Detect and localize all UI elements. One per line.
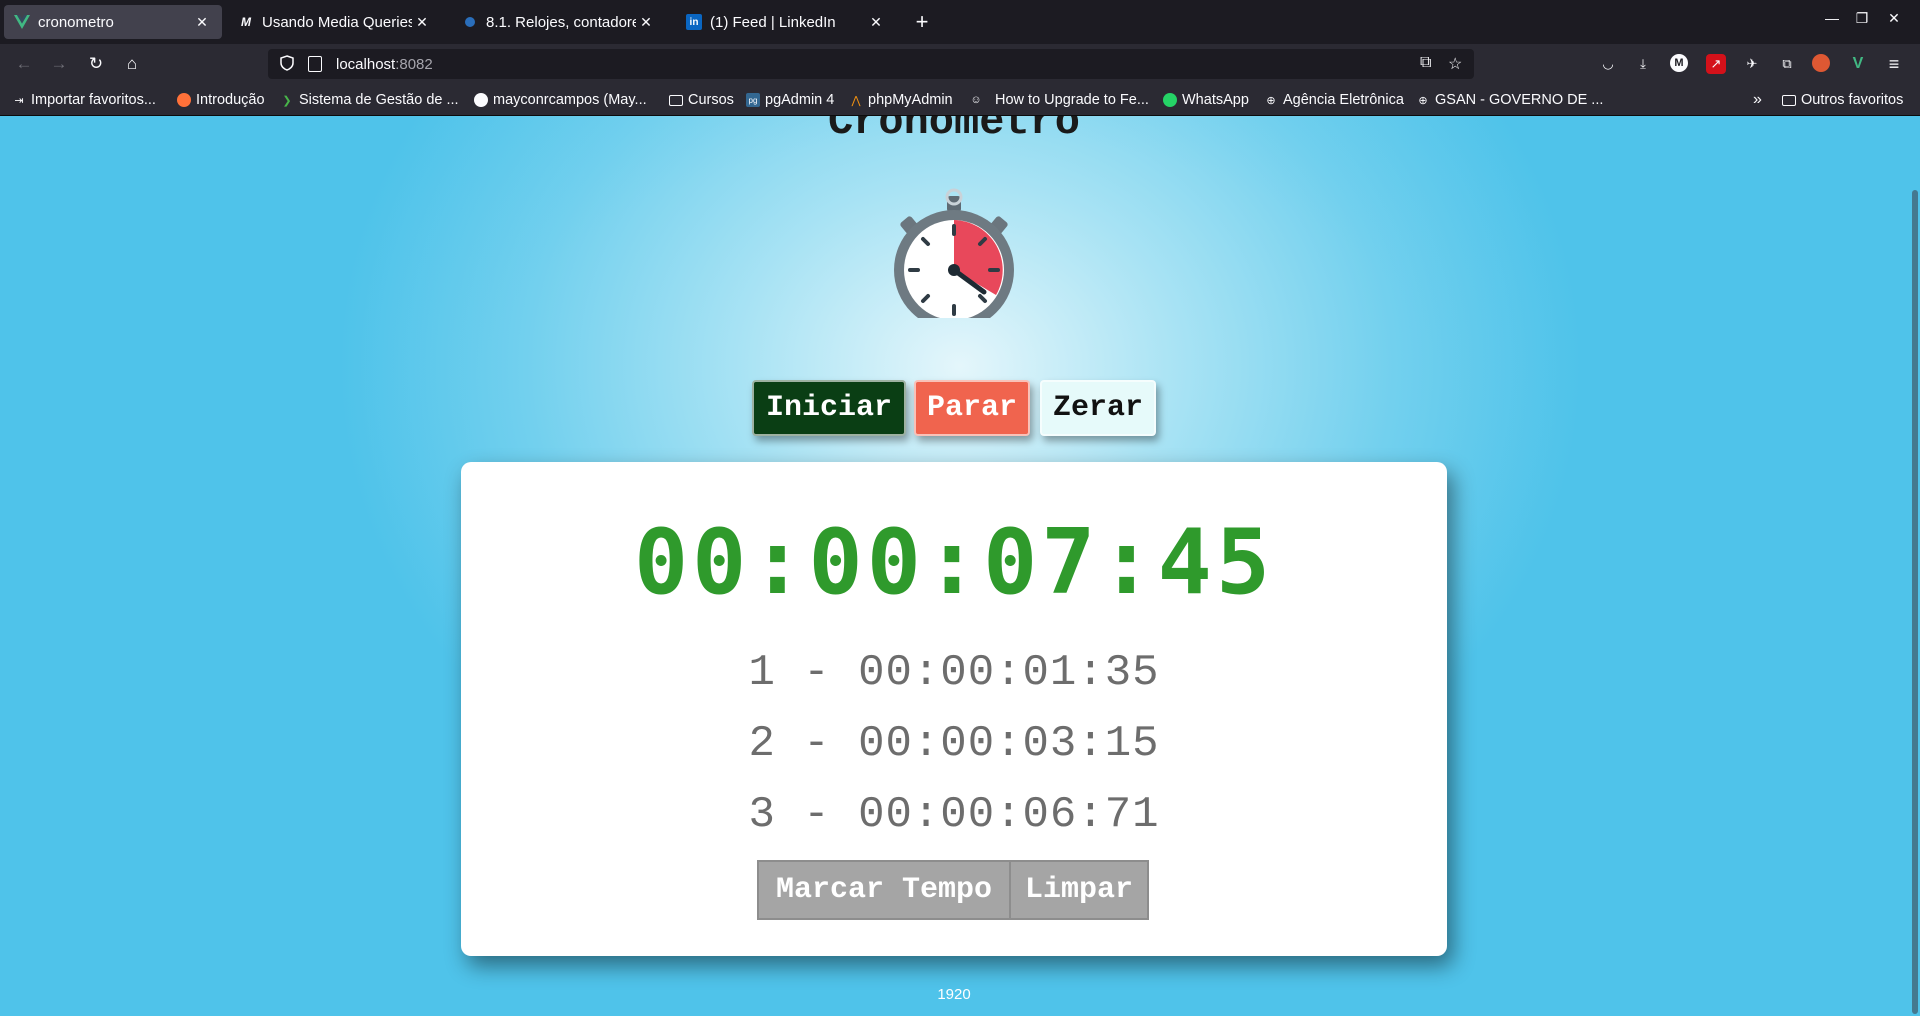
download-icon[interactable]: ⤓ bbox=[1633, 54, 1653, 74]
tab-title: cronometro bbox=[38, 13, 114, 31]
bookmark-label: Cursos bbox=[688, 92, 734, 108]
reset-button[interactable]: Zerar bbox=[1040, 380, 1156, 436]
clear-laps-button[interactable]: Limpar bbox=[1011, 860, 1149, 920]
tab-media-queries[interactable]: M Usando Media Queries - C ✕ bbox=[228, 5, 442, 39]
start-button[interactable]: Iniciar bbox=[752, 380, 906, 436]
github-icon bbox=[474, 93, 488, 107]
bookmark-other[interactable]: Outros favoritos bbox=[1782, 90, 1903, 110]
firefox-icon bbox=[177, 93, 191, 107]
stopwatch-icon bbox=[892, 188, 1016, 330]
bookmark-cursos[interactable]: Cursos bbox=[669, 90, 734, 110]
tab-strip: cronometro ✕ M Usando Media Queries - C … bbox=[0, 0, 1920, 44]
vue-icon bbox=[14, 14, 30, 30]
whatsapp-icon bbox=[1163, 93, 1177, 107]
lap-item: 3 - 00:00:06:71 bbox=[748, 790, 1160, 840]
vue-devtools-icon[interactable]: V bbox=[1848, 54, 1868, 74]
bookmark-label: phpMyAdmin bbox=[868, 92, 953, 108]
bookmark-sistema-gestao[interactable]: ❯ Sistema de Gestão de ... bbox=[280, 90, 459, 110]
extension-red-icon[interactable]: ↗ bbox=[1706, 54, 1726, 74]
bookmark-pgadmin[interactable]: pg pgAdmin 4 bbox=[746, 90, 834, 110]
duckduckgo-icon[interactable] bbox=[1812, 54, 1830, 72]
new-tab-button[interactable]: + bbox=[908, 8, 936, 36]
restore-icon[interactable]: ❐ bbox=[1850, 10, 1874, 27]
extension-m-icon[interactable]: M bbox=[1670, 54, 1688, 72]
tab-title: Usando Media Queries - C bbox=[262, 13, 412, 31]
bookmark-github[interactable]: mayconrcampos (May... bbox=[474, 90, 647, 110]
bookmark-label: Outros favoritos bbox=[1801, 92, 1904, 108]
folder-icon bbox=[1782, 94, 1796, 106]
reload-icon[interactable]: ↻ bbox=[84, 52, 108, 76]
bookmark-star-icon[interactable]: ☆ bbox=[1448, 54, 1462, 74]
bookmark-whatsapp[interactable]: WhatsApp bbox=[1163, 90, 1249, 110]
lap-item: 2 - 00:00:03:15 bbox=[748, 719, 1160, 769]
extension-bird-icon[interactable]: ✈ bbox=[1742, 54, 1762, 74]
url-text[interactable]: localhost:8082 bbox=[336, 56, 433, 73]
page-title: Cronômetro bbox=[827, 116, 1081, 146]
tab-cronometro[interactable]: cronometro ✕ bbox=[4, 5, 222, 39]
page-viewport: Cronômetro Iniciar Parar Zerar 00:00:07:… bbox=[0, 116, 1920, 1016]
medium-icon: M bbox=[241, 15, 251, 29]
tab-relojes[interactable]: 8.1. Relojes, contadores e ✕ bbox=[452, 5, 666, 39]
more-bookmarks-icon[interactable]: » bbox=[1753, 90, 1762, 110]
globe-icon: ⊕ bbox=[1418, 94, 1428, 107]
translate-icon[interactable]: ⧉ bbox=[1420, 54, 1431, 72]
shield-icon[interactable] bbox=[280, 54, 298, 74]
extension-green-icon[interactable]: ⧉ bbox=[1777, 54, 1797, 74]
close-tab-icon[interactable]: ✕ bbox=[636, 14, 656, 31]
pocket-icon[interactable]: ◡ bbox=[1598, 54, 1618, 74]
lap-item: 1 - 00:00:01:35 bbox=[748, 648, 1160, 698]
menu-icon[interactable]: ≡ bbox=[1884, 54, 1904, 74]
bookmarks-bar: ⇥ Importar favoritos... Introdução ❯ Sis… bbox=[0, 84, 1920, 116]
bookmark-label: Importar favoritos... bbox=[31, 92, 156, 108]
bookmark-import[interactable]: ⇥ Importar favoritos... bbox=[12, 90, 156, 110]
close-tab-icon[interactable]: ✕ bbox=[866, 14, 886, 31]
bookmark-label: WhatsApp bbox=[1182, 92, 1249, 108]
stop-button[interactable]: Parar bbox=[914, 380, 1030, 436]
bookmark-introducao[interactable]: Introdução bbox=[177, 90, 265, 110]
scrollbar-thumb[interactable] bbox=[1912, 190, 1918, 1014]
linux-icon: ☺ bbox=[970, 94, 982, 106]
tab-title: 8.1. Relojes, contadores e bbox=[486, 13, 636, 31]
timer-display: 00:00:07:45 bbox=[633, 510, 1275, 615]
close-tab-icon[interactable]: ✕ bbox=[192, 14, 212, 31]
bookmark-agencia[interactable]: ⊕ Agência Eletrônica bbox=[1264, 90, 1404, 110]
bookmark-label: How to Upgrade to Fe... bbox=[995, 92, 1149, 108]
bookmark-label: mayconrcampos (May... bbox=[493, 92, 647, 108]
import-icon: ⇥ bbox=[14, 94, 24, 107]
phpmyadmin-icon: ⋀ bbox=[851, 94, 861, 107]
timer-card: 00:00:07:45 1 - 00:00:01:35 2 - 00:00:03… bbox=[461, 462, 1447, 956]
bookmark-phpmyadmin[interactable]: ⋀ phpMyAdmin bbox=[849, 90, 953, 110]
bookmark-label: pgAdmin 4 bbox=[765, 92, 835, 108]
tab-linkedin[interactable]: in (1) Feed | LinkedIn ✕ bbox=[676, 5, 896, 39]
tab-title: (1) Feed | LinkedIn bbox=[710, 13, 836, 31]
back-icon[interactable]: ← bbox=[12, 52, 36, 76]
bookmark-gsan[interactable]: ⊕ GSAN - GOVERNO DE ... bbox=[1416, 90, 1603, 110]
url-bar[interactable]: localhost:8082 ⧉ ☆ bbox=[268, 49, 1474, 79]
globe-icon: ⊕ bbox=[1266, 94, 1276, 107]
arrow-logo-icon: ❯ bbox=[282, 94, 292, 107]
navigation-bar: ← → ↻ ⌂ localhost:8082 ⧉ ☆ ◡ ⤓ M ↗ ✈ ⧉ V… bbox=[0, 44, 1920, 84]
close-tab-icon[interactable]: ✕ bbox=[412, 14, 432, 31]
bookmark-label: Introdução bbox=[196, 92, 265, 108]
generic-site-icon bbox=[462, 14, 478, 30]
forward-icon[interactable]: → bbox=[47, 52, 71, 76]
lap-actions: Marcar Tempo Limpar bbox=[757, 860, 1149, 920]
bookmark-upgrade-fedora[interactable]: ☺ How to Upgrade to Fe... bbox=[969, 90, 1149, 110]
mark-time-button[interactable]: Marcar Tempo bbox=[757, 860, 1011, 920]
linkedin-icon: in bbox=[686, 14, 702, 30]
pgadmin-icon: pg bbox=[746, 93, 760, 107]
scrollbar[interactable] bbox=[1910, 116, 1920, 1016]
lap-list: 1 - 00:00:01:35 2 - 00:00:03:15 3 - 00:0… bbox=[461, 638, 1447, 851]
screen-width-text: 1920 bbox=[937, 986, 971, 1003]
bookmark-label: Agência Eletrônica bbox=[1283, 92, 1404, 108]
page-icon bbox=[308, 56, 322, 72]
folder-icon bbox=[669, 94, 683, 106]
close-window-icon[interactable]: ✕ bbox=[1882, 10, 1906, 27]
minimize-icon[interactable]: — bbox=[1820, 10, 1844, 26]
bookmark-label: GSAN - GOVERNO DE ... bbox=[1435, 92, 1604, 108]
bookmark-label: Sistema de Gestão de ... bbox=[299, 92, 459, 108]
home-icon[interactable]: ⌂ bbox=[120, 52, 144, 76]
